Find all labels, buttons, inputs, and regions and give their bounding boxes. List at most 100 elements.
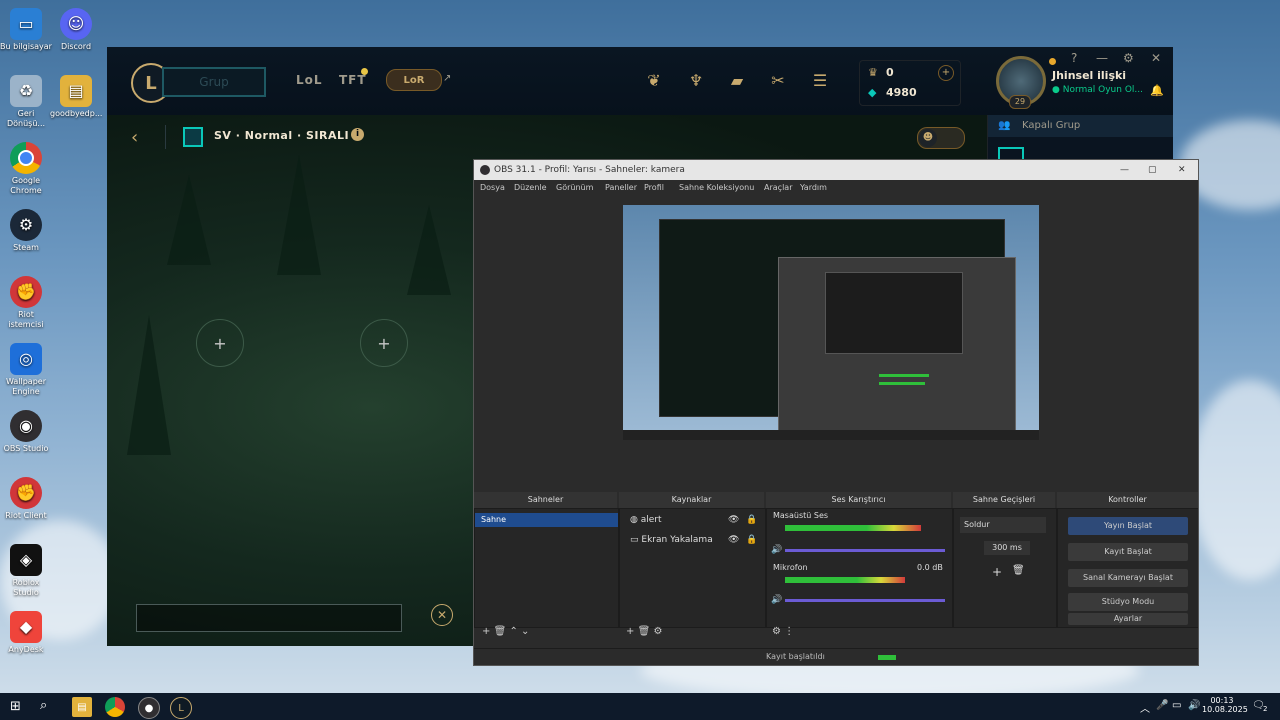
chrome-taskbar-icon[interactable] [105,697,125,717]
tray-expand-icon[interactable]: ︿ [1140,700,1150,715]
clock[interactable]: 00:13 10.08.2025 [1202,696,1248,714]
menu-paneller[interactable]: Paneller [605,180,637,196]
menu-araclar[interactable]: Araçlar [764,180,792,196]
transition-duration[interactable]: 300 ms [984,541,1030,555]
obs-close-icon[interactable]: ✕ [1178,160,1186,180]
start-virtual-camera-button[interactable]: Sanal Kamerayı Başlat [1068,569,1188,587]
tree-silhouette [277,155,321,275]
start-icon[interactable]: ⊞ [10,699,21,714]
profile-emblem-icon[interactable]: ♆ [685,69,707,91]
menu-yardim[interactable]: Yardım [800,180,827,196]
status-text: Normal Oyun Ol... [1062,85,1143,95]
scene-item[interactable]: Sahne [475,513,618,527]
minimize-icon[interactable]: — [1096,51,1108,65]
studio-mode-button[interactable]: Stüdyo Modu [1068,593,1188,611]
speaker-icon[interactable]: 🔊 [771,545,782,555]
desktop-icon-folder[interactable]: ▤ goodbyedp... [50,75,102,119]
menu-dosya[interactable]: Dosya [480,180,505,196]
lock-icon[interactable]: 🔒 [746,535,757,545]
mixer-channel-1-slider[interactable] [785,549,945,552]
add-scene-icon[interactable]: + [482,626,490,637]
lobby-title: SV · Normal · SIRALI [214,129,350,142]
obs-maximize-icon[interactable]: ▢ [1148,160,1157,180]
lock-icon[interactable]: 🔒 [746,515,757,525]
desktop-icon-steam[interactable]: ⚙ Steam [0,209,52,253]
advanced-audio-icon[interactable]: ⚙ [772,626,781,637]
start-streaming-button[interactable]: Yayın Başlat [1068,517,1188,535]
remove-scene-icon[interactable]: 🗑 [494,626,507,637]
add-transition-icon[interactable]: + [992,565,1002,579]
taskbar: ⊞ ⌕ ▤ ● L ︿ 🎤 ▭ 🔊 00:13 10.08.2025 🗨 2 [0,693,1280,720]
network-icon[interactable]: ▭ [1172,700,1181,711]
volume-icon[interactable]: 🔊 [1188,700,1200,711]
start-recording-button[interactable]: Kayıt Başlat [1068,543,1188,561]
desktop-icon-roblox-studio[interactable]: ◈ Roblox Studio [0,544,52,598]
move-up-icon[interactable]: ⌃ [509,626,517,637]
rp-icon: ♛ [868,66,878,79]
info-icon[interactable]: i [351,128,364,141]
back-chevron-icon[interactable]: ‹ [131,127,138,148]
desktop-icon-discord[interactable]: ☺ Discord [50,8,102,52]
obs-title: OBS 31.1 - Profil: Yarısı - Sahneler: ka… [494,165,685,175]
settings-gear-icon[interactable]: ⚙ [1123,51,1134,65]
desktop-icon-wallpaper-engine[interactable]: ◎ Wallpaper Engine [0,343,52,397]
transitions-dock-header: Sahne Geçişleri [953,492,1055,508]
menu-duzenle[interactable]: Düzenle [514,180,547,196]
obs-minimize-icon[interactable]: — [1120,160,1129,180]
file-explorer-icon[interactable]: ▤ [72,697,92,717]
nav-tft[interactable]: TFT [339,73,367,87]
chat-input[interactable] [136,604,402,632]
desktop-icon-recycle-bin[interactable]: ♻ Geri Dönüşü... [0,75,52,129]
close-icon[interactable]: ✕ [1151,51,1161,65]
leave-lobby-button[interactable]: ✕ [431,604,453,626]
league-taskbar-icon[interactable]: L [170,697,192,719]
microphone-icon[interactable]: 🎤 [1156,700,1168,711]
transition-select[interactable]: Soldur [960,517,1046,533]
collection-icon[interactable]: ▰ [726,69,748,91]
party-toggle[interactable]: ☻ [917,127,965,149]
desktop-icon-chrome[interactable]: Google Chrome [0,142,52,196]
search-icon[interactable]: ⌕ [40,698,47,713]
source-item-screen-capture[interactable]: ▭ Ekran Yakalama [630,535,713,545]
nav-lor[interactable]: LoR [386,69,442,91]
preview-obs-window [778,257,1016,435]
add-rp-button[interactable]: + [938,65,954,81]
recycle-bin-icon: ♻ [10,75,42,107]
obs-preview-canvas[interactable] [623,205,1039,440]
bell-icon[interactable]: 🔔 [1150,84,1164,97]
move-down-icon[interactable]: ⌄ [521,626,529,637]
help-icon[interactable]: ? [1071,51,1077,65]
riot-icon: ✊ [10,276,42,308]
home-icon[interactable]: ❦ [643,69,665,91]
desktop-icon-riot-client[interactable]: ✊ Riot Client [0,477,52,521]
delete-transition-icon[interactable]: 🗑 [1012,565,1025,576]
blue-essence-amount: 4980 [886,86,917,99]
invite-slot-1[interactable]: + [196,319,244,367]
mixer-menu-icon[interactable]: ⋮ [784,626,794,637]
remove-source-icon[interactable]: 🗑 [638,626,651,637]
desktop-icon-obs[interactable]: ◉ OBS Studio [0,410,52,454]
desktop-icon-anydesk[interactable]: ◆ AnyDesk [0,611,52,655]
invite-slot-2[interactable]: + [360,319,408,367]
menu-gorunum[interactable]: Görünüm [556,180,593,196]
add-source-icon[interactable]: + [626,626,634,637]
nav-lol[interactable]: LoL [296,73,323,87]
display-capture-icon: ▭ [630,535,639,545]
settings-button[interactable]: Ayarlar [1068,613,1188,625]
menu-sahne-koleksiyonu[interactable]: Sahne Koleksiyonu [679,180,754,196]
desktop-icon-riot-istemcisi[interactable]: ✊ Riot istemcisi [0,276,52,330]
browser-source-icon: ◍ [630,515,638,525]
desktop-icon-this-pc[interactable]: ▭ Bu bilgisayar [0,8,52,52]
play-button[interactable]: Grup [162,67,266,97]
obs-taskbar-icon[interactable]: ● [138,697,160,719]
store-icon[interactable]: ☰ [809,69,831,91]
mixer-channel-2-slider[interactable] [785,599,945,602]
menu-profil[interactable]: Profil [644,180,664,196]
speaker-icon[interactable]: 🔊 [771,595,782,605]
loot-icon[interactable]: ✂ [767,69,789,91]
eye-icon[interactable]: 👁 [728,535,739,545]
source-item-alert[interactable]: ◍ alert [630,515,662,525]
source-properties-icon[interactable]: ⚙ [653,626,662,637]
social-header[interactable]: 👥 Kapalı Grup [988,115,1173,137]
eye-icon[interactable]: 👁 [728,515,739,525]
